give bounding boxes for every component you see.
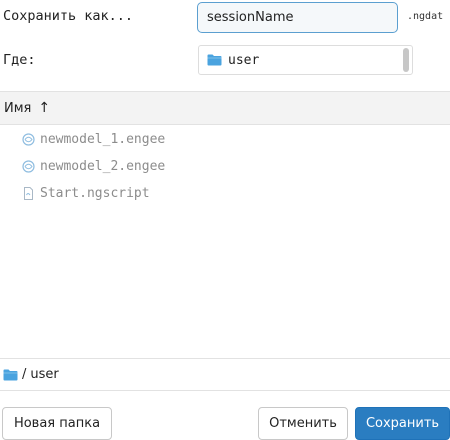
file-row[interactable]: Start.ngscript [0,180,450,207]
location-select[interactable]: user [198,45,413,75]
engee-model-icon [22,160,35,173]
new-folder-button[interactable]: Новая папка [2,407,112,440]
file-list-header: Имя ↑ [0,91,450,125]
file-row[interactable]: newmodel_1.engee [0,126,450,153]
save-as-label: Сохранить как... [3,8,134,24]
folder-icon [207,54,222,66]
location-scrollbar[interactable] [403,48,409,72]
location-value: user [228,52,260,68]
file-list: newmodel_1.engee newmodel_2.engee Start.… [0,126,450,207]
file-row[interactable]: newmodel_2.engee [0,153,450,180]
file-name: newmodel_2.engee [40,159,166,174]
name-column-header[interactable]: Имя [4,101,31,116]
breadcrumb-item-user[interactable]: user [30,367,58,382]
cancel-button[interactable]: Отменить [258,407,348,440]
breadcrumb: / user [0,358,450,391]
file-name: newmodel_1.engee [40,132,166,147]
script-file-icon [24,187,33,200]
file-extension-label: .ngdat [407,11,444,22]
where-label: Где: [3,52,36,68]
folder-icon [3,369,18,380]
breadcrumb-separator: / [22,367,27,382]
engee-model-icon [22,133,35,146]
sort-ascending-icon[interactable]: ↑ [38,100,50,116]
save-button[interactable]: Сохранить [355,407,450,440]
file-name: Start.ngscript [40,186,150,201]
file-name-input[interactable] [197,2,398,33]
